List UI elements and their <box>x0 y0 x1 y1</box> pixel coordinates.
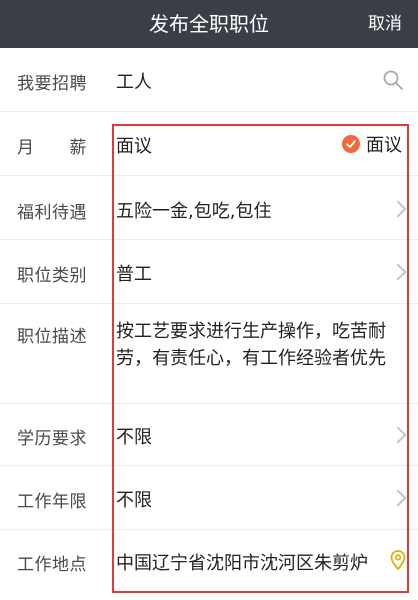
job-title-value[interactable]: 工人 <box>116 68 378 94</box>
category-value: 普工 <box>116 264 152 285</box>
job-title-label: 我要招聘 <box>17 74 87 94</box>
description-textarea[interactable]: 按工艺要求进行生产操作，吃苦耐劳，有责任心，有工作经验者优先 <box>116 318 388 372</box>
check-circle-icon <box>342 135 360 153</box>
experience-label: 工作年限 <box>17 492 87 512</box>
chevron-right-icon <box>389 200 407 218</box>
benefits-value: 五险一金,包吃,包住 <box>116 201 272 222</box>
education-label: 学历要求 <box>17 429 87 449</box>
location-row[interactable]: 工作地点 中国辽宁省沈阳市沈河区朱剪炉 <box>0 530 418 592</box>
experience-row[interactable]: 工作年限 不限 <box>0 466 418 530</box>
search-icon[interactable] <box>382 69 404 95</box>
location-label: 工作地点 <box>17 555 87 575</box>
negotiable-label: 面议 <box>366 135 402 156</box>
education-row[interactable]: 学历要求 不限 <box>0 404 418 466</box>
negotiable-toggle[interactable]: 面议 <box>342 112 402 176</box>
education-value: 不限 <box>116 427 152 448</box>
benefits-row[interactable]: 福利待遇 五险一金,包吃,包住 <box>0 176 418 240</box>
chevron-right-icon <box>389 489 407 507</box>
chevron-right-icon <box>389 426 407 444</box>
description-label: 职位描述 <box>17 327 87 347</box>
salary-value[interactable]: 面议 <box>116 132 298 158</box>
cancel-button[interactable]: 取消 <box>368 0 402 48</box>
location-value: 中国辽宁省沈阳市沈河区朱剪炉 <box>116 553 368 574</box>
job-title-row[interactable]: 我要招聘 工人 <box>0 48 418 112</box>
benefits-label: 福利待遇 <box>17 203 87 223</box>
category-row[interactable]: 职位类别 普工 <box>0 240 418 304</box>
salary-row: 月 薪 面议 面议 <box>0 112 418 176</box>
top-bar: 发布全职职位 取消 <box>0 0 418 48</box>
page-title: 发布全职职位 <box>149 12 269 36</box>
salary-label: 月 薪 <box>17 138 87 158</box>
location-pin-icon[interactable] <box>390 550 406 574</box>
category-label: 职位类别 <box>17 266 87 286</box>
experience-value: 不限 <box>116 490 152 511</box>
chevron-right-icon <box>389 263 407 281</box>
description-row: 职位描述 按工艺要求进行生产操作，吃苦耐劳，有责任心，有工作经验者优先 <box>0 304 418 404</box>
